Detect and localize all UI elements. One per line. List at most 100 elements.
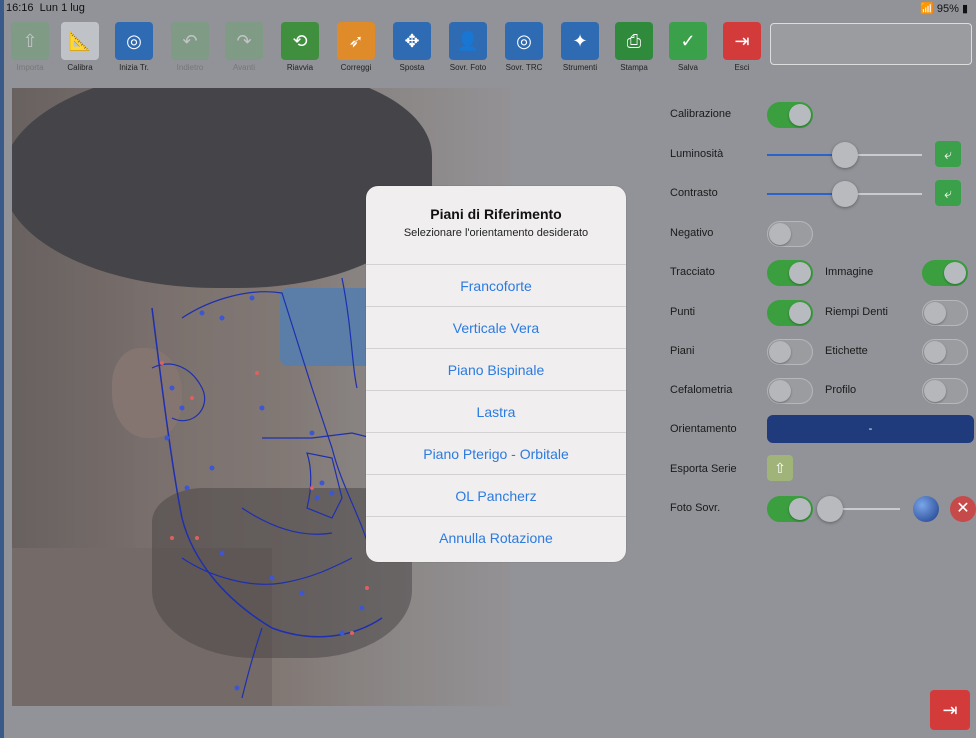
sposta-icon: ✥ [393,22,431,60]
toolbar-inizia-button[interactable]: ◎ Inizia Tr. [112,22,156,72]
dialog-option[interactable]: OL Pancherz [366,474,626,516]
toolbar-label: Sovr. Foto [449,63,487,72]
toolbar-label: Riavvia [286,63,314,72]
toolbar-indietro-button: ↶ Indietro [168,22,212,72]
toolbar-strumenti-button[interactable]: ✦ Strumenti [558,22,602,72]
punti-toggle[interactable] [767,300,813,326]
punti-label: Punti [670,306,696,318]
esporta-serie-label: Esporta Serie [670,463,737,475]
toolbar-label: Sovr. TRC [505,63,543,72]
piani-toggle[interactable] [767,339,813,365]
cefalometria-label: Cefalometria [670,384,733,396]
calibrazione-toggle[interactable] [767,102,813,128]
toolbar-label: Indietro [176,63,204,72]
contrasto-slider[interactable] [767,181,922,207]
info-box [770,23,972,65]
toolbar-label: Importa [16,63,44,72]
negativo-label: Negativo [670,227,714,239]
correggi-icon: ➶ [337,22,375,60]
toolbar-label: Calibra [67,63,93,72]
profilo-label: Profilo [825,384,857,396]
riempi-denti-label: Riempi Denti [825,306,888,318]
toolbar-calibra-button[interactable]: 📐 Calibra [58,22,102,72]
toolbar-label: Sposta [399,63,425,72]
dialog-options: Francoforte Verticale Vera Piano Bispinale… [366,264,626,558]
exit-icon: ⇥ [942,699,958,720]
row-foto-sovr: Foto Sovr. ✕ [670,494,976,524]
row-calibrazione: Calibrazione [670,100,975,130]
riavvia-icon: ⟲ [281,22,319,60]
importa-icon: ⇧ [11,22,49,60]
toolbar-riavvia-button[interactable]: ⟲ Riavvia [278,22,322,72]
orientamento-button[interactable]: - [767,415,974,443]
avanti-icon: ↷ [225,22,263,60]
exit-button[interactable]: ⇥ [930,690,970,730]
toolbar-label: Avanti [232,63,256,72]
orientamento-label: Orientamento [670,423,737,435]
foto-sovr-label: Foto Sovr. [670,502,721,514]
toolbar-sposta-button[interactable]: ✥ Sposta [390,22,434,72]
strumenti-icon: ✦ [561,22,599,60]
dialog-option[interactable]: Annulla Rotazione [366,516,626,558]
foto-sovr-toggle[interactable] [767,496,813,522]
riempi-denti-toggle[interactable] [922,300,968,326]
luminosita-slider[interactable] [767,142,922,168]
etichette-label: Etichette [825,345,868,357]
luminosita-label: Luminosità [670,148,724,160]
calibra-icon: 📐 [61,22,99,60]
row-orientamento: Orientamento - [670,415,975,445]
row-punti: Punti Riempi Denti [670,298,975,328]
remove-icon[interactable]: ✕ [950,496,976,522]
sovr_foto-icon: 👤 [449,22,487,60]
etichette-toggle[interactable] [922,339,968,365]
toolbar-sovr_foto-button[interactable]: 👤 Sovr. Foto [446,22,490,72]
dialog-option[interactable]: Piano Pterigo - Orbitale [366,432,626,474]
calibrazione-label: Calibrazione [670,108,732,120]
immagine-label: Immagine [825,266,874,278]
row-piani: Piani Etichette [670,337,975,367]
toolbar-label: Inizia Tr. [119,63,149,72]
immagine-toggle[interactable] [922,260,968,286]
status-time: 16:16 Lun 1 lug [6,2,85,14]
toolbar-sovr_trc-button[interactable]: ◎ Sovr. TRC [502,22,546,72]
dialog-option[interactable]: Verticale Vera [366,306,626,348]
foto-sovr-slider[interactable] [817,496,900,522]
inizia-icon: ◎ [115,22,153,60]
salva-icon: ✓ [669,22,707,60]
battery-icon: ▮ [961,3,968,15]
stampa-icon: ⎙ [615,22,653,60]
row-luminosita: Luminosità ⤶ [670,140,975,170]
contrasto-reset-icon[interactable]: ⤶ [935,180,961,206]
dialog-option[interactable]: Francoforte [366,264,626,306]
toolbar-correggi-button[interactable]: ➶ Correggi [334,22,378,72]
toolbar-label: Esci [734,63,750,72]
sovr_trc-icon: ◎ [505,22,543,60]
tracciato-toggle[interactable] [767,260,813,286]
luminosita-reset-icon[interactable]: ⤶ [935,141,961,167]
color-picker-icon[interactable] [913,496,939,522]
row-cefalometria: Cefalometria Profilo [670,376,975,406]
toolbar-avanti-button: ↷ Avanti [222,22,266,72]
toolbar-salva-button[interactable]: ✓ Salva [666,22,710,72]
toolbar-stampa-button[interactable]: ⎙ Stampa [612,22,656,72]
reference-planes-dialog: Piani di Riferimento Selezionare l'orien… [366,186,626,562]
negativo-toggle[interactable] [767,221,813,247]
dialog-subtitle: Selezionare l'orientamento desiderato [403,227,589,239]
toolbar-esci-button[interactable]: ⇥ Esci [720,22,764,72]
toolbar-importa-button: ⇧ Importa [8,22,52,72]
row-tracciato: Tracciato Immagine [670,258,975,288]
dialog-title: Piani di Riferimento [430,206,562,222]
indietro-icon: ↶ [171,22,209,60]
piani-label: Piani [670,345,695,357]
profilo-toggle[interactable] [922,378,968,404]
row-negativo: Negativo [670,219,975,249]
dialog-option[interactable]: Piano Bispinale [366,348,626,390]
wifi-icon: 📶 [920,3,934,15]
export-icon[interactable]: ⇧ [767,455,793,481]
toolbar-label: Correggi [340,63,372,72]
esci-icon: ⇥ [723,22,761,60]
cefalometria-toggle[interactable] [767,378,813,404]
toolbar-label: Salva [677,63,698,72]
dialog-option[interactable]: Lastra [366,390,626,432]
tracciato-label: Tracciato [670,266,715,278]
